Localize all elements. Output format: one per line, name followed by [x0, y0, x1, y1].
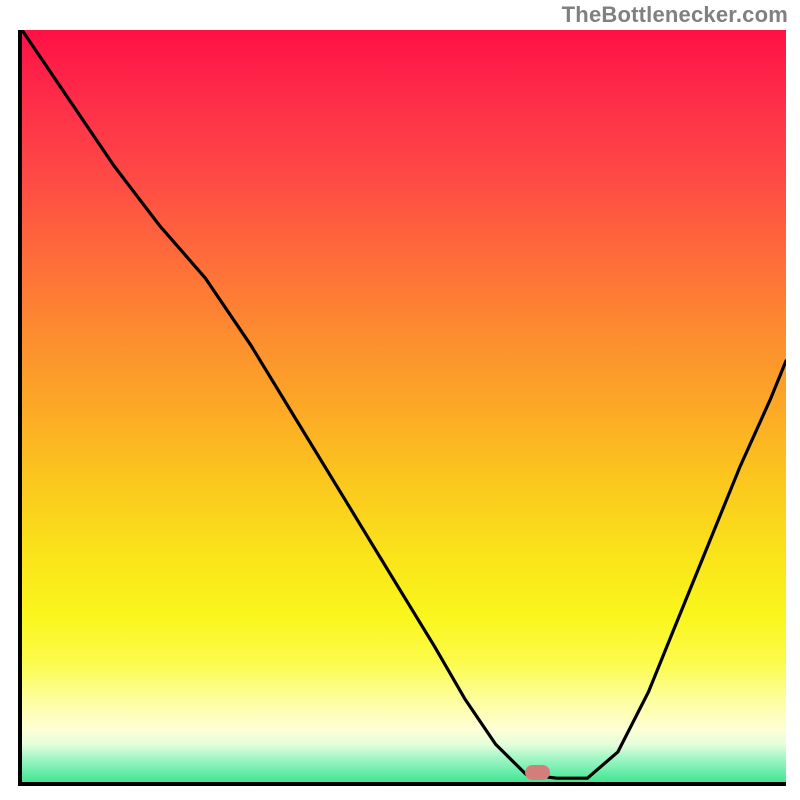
optimal-marker	[525, 765, 549, 780]
plot-area	[18, 30, 786, 786]
curve-path	[22, 30, 786, 778]
bottleneck-curve	[22, 30, 786, 782]
attribution-text: TheBottlenecker.com	[562, 2, 788, 28]
